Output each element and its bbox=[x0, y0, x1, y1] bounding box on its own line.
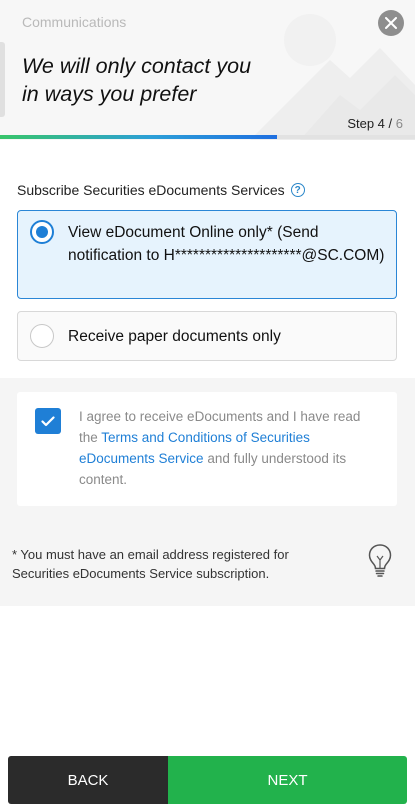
section-title: Communications bbox=[22, 14, 127, 30]
option-online-only[interactable]: View eDocument Online only* (Send notifi… bbox=[17, 210, 397, 299]
step-total: 6 bbox=[395, 116, 403, 131]
agreement-card: I agree to receive eDocuments and I have… bbox=[17, 392, 397, 506]
step-current: Step 4 bbox=[347, 116, 385, 131]
option-paper-only-label: Receive paper documents only bbox=[68, 328, 281, 345]
radio-selected[interactable] bbox=[30, 220, 54, 244]
close-button[interactable] bbox=[378, 10, 404, 36]
page-header: Communications We will only contact you … bbox=[0, 0, 415, 140]
headline-line-2: in ways you prefer bbox=[22, 82, 197, 106]
subscribe-label: Subscribe Securities eDocuments Services… bbox=[17, 182, 305, 198]
page-headline: We will only contact you in ways you pre… bbox=[22, 52, 322, 108]
agree-checkbox[interactable] bbox=[35, 408, 61, 434]
radio-unselected[interactable] bbox=[30, 324, 54, 348]
progress-fill bbox=[0, 135, 277, 139]
lightbulb-icon bbox=[368, 544, 392, 577]
next-button[interactable]: NEXT bbox=[168, 756, 407, 804]
option-online-only-label: View eDocument Online only* (Send notifi… bbox=[68, 224, 385, 264]
info-icon[interactable]: ? bbox=[290, 183, 305, 197]
step-separator: / bbox=[384, 116, 396, 131]
checkmark-icon bbox=[41, 415, 55, 426]
subscribe-label-text: Subscribe Securities eDocuments Services bbox=[17, 182, 285, 198]
progress-bar bbox=[0, 135, 415, 139]
option-paper-only[interactable]: Receive paper documents only bbox=[17, 311, 397, 361]
close-icon bbox=[385, 17, 397, 29]
agreement-text: I agree to receive eDocuments and I have… bbox=[79, 406, 379, 490]
step-indicator: Step 4 / 6 bbox=[347, 116, 403, 131]
header-accent-tab bbox=[0, 42, 5, 117]
headline-line-1: We will only contact you bbox=[22, 54, 252, 78]
email-requirement-note: * You must have an email address registe… bbox=[12, 547, 289, 581]
back-button[interactable]: BACK bbox=[8, 756, 168, 804]
